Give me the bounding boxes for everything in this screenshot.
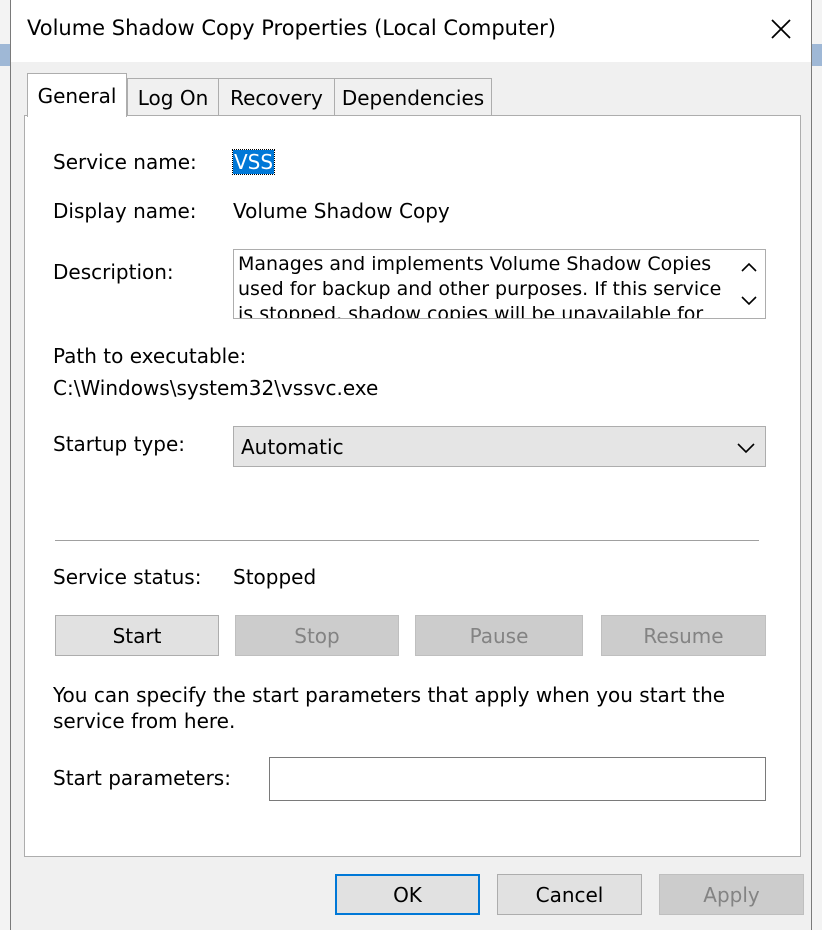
start-parameters-info: You can specify the start parameters tha… (53, 683, 726, 733)
background-window-left (0, 0, 10, 930)
ok-button[interactable]: OK (335, 874, 480, 915)
section-divider (55, 540, 759, 541)
startup-type-label: Startup type: (53, 432, 186, 456)
startup-type-selected: Automatic (241, 435, 344, 459)
startup-type-dropdown[interactable]: Automatic (233, 426, 766, 467)
start-parameters-input[interactable] (269, 757, 766, 801)
tab-recovery[interactable]: Recovery (218, 78, 335, 116)
apply-button[interactable]: Apply (659, 874, 804, 915)
tab-general-label: General (37, 83, 117, 108)
service-status-value: Stopped (233, 565, 317, 589)
description-label: Description: (53, 260, 174, 284)
pause-button[interactable]: Pause (415, 615, 583, 656)
close-icon (771, 19, 791, 39)
close-button[interactable] (751, 0, 811, 58)
resume-button[interactable]: Resume (601, 615, 766, 656)
tab-dependencies[interactable]: Dependencies (334, 78, 492, 116)
display-name-label: Display name: (53, 199, 197, 223)
tab-log-on-label: Log On (137, 85, 209, 110)
scroll-up-button[interactable] (733, 250, 765, 284)
display-name-value[interactable]: Volume Shadow Copy (233, 199, 450, 223)
tab-log-on[interactable]: Log On (127, 78, 219, 116)
general-tab-panel: Service name: VSS Display name: Volume S… (24, 115, 801, 857)
chevron-down-icon (737, 443, 755, 454)
background-selection-left (0, 44, 10, 66)
chevron-up-icon (741, 262, 757, 272)
tab-dependencies-label: Dependencies (341, 85, 485, 110)
dialog-title: Volume Shadow Copy Properties (Local Com… (27, 16, 556, 40)
background-window-right (812, 0, 822, 930)
cancel-button[interactable]: Cancel (497, 874, 642, 915)
dropdown-arrow (737, 439, 755, 458)
tab-general[interactable]: General (27, 73, 127, 117)
scroll-down-button[interactable] (733, 284, 765, 318)
start-parameters-label: Start parameters: (53, 766, 231, 790)
background-selection-right (812, 44, 822, 66)
properties-dialog: Volume Shadow Copy Properties (Local Com… (10, 0, 812, 930)
service-name-label: Service name: (53, 150, 197, 174)
service-status-label: Service status: (53, 565, 202, 589)
description-scrollbar[interactable] (733, 250, 765, 318)
tab-recovery-label: Recovery (230, 85, 323, 110)
description-text: Manages and implements Volume Shadow Cop… (238, 253, 722, 319)
description-textbox[interactable]: Manages and implements Volume Shadow Cop… (233, 249, 766, 319)
stop-button[interactable]: Stop (235, 615, 399, 656)
service-name-value[interactable]: VSS (231, 149, 276, 175)
path-to-executable-value[interactable]: C:\Windows\system32\vssvc.exe (53, 376, 378, 400)
chevron-down-icon (741, 296, 757, 306)
title-bar: Volume Shadow Copy Properties (Local Com… (11, 0, 811, 62)
start-button[interactable]: Start (55, 615, 219, 656)
service-name-selected-text: VSS (231, 149, 276, 175)
path-to-executable-label: Path to executable: (53, 344, 247, 368)
